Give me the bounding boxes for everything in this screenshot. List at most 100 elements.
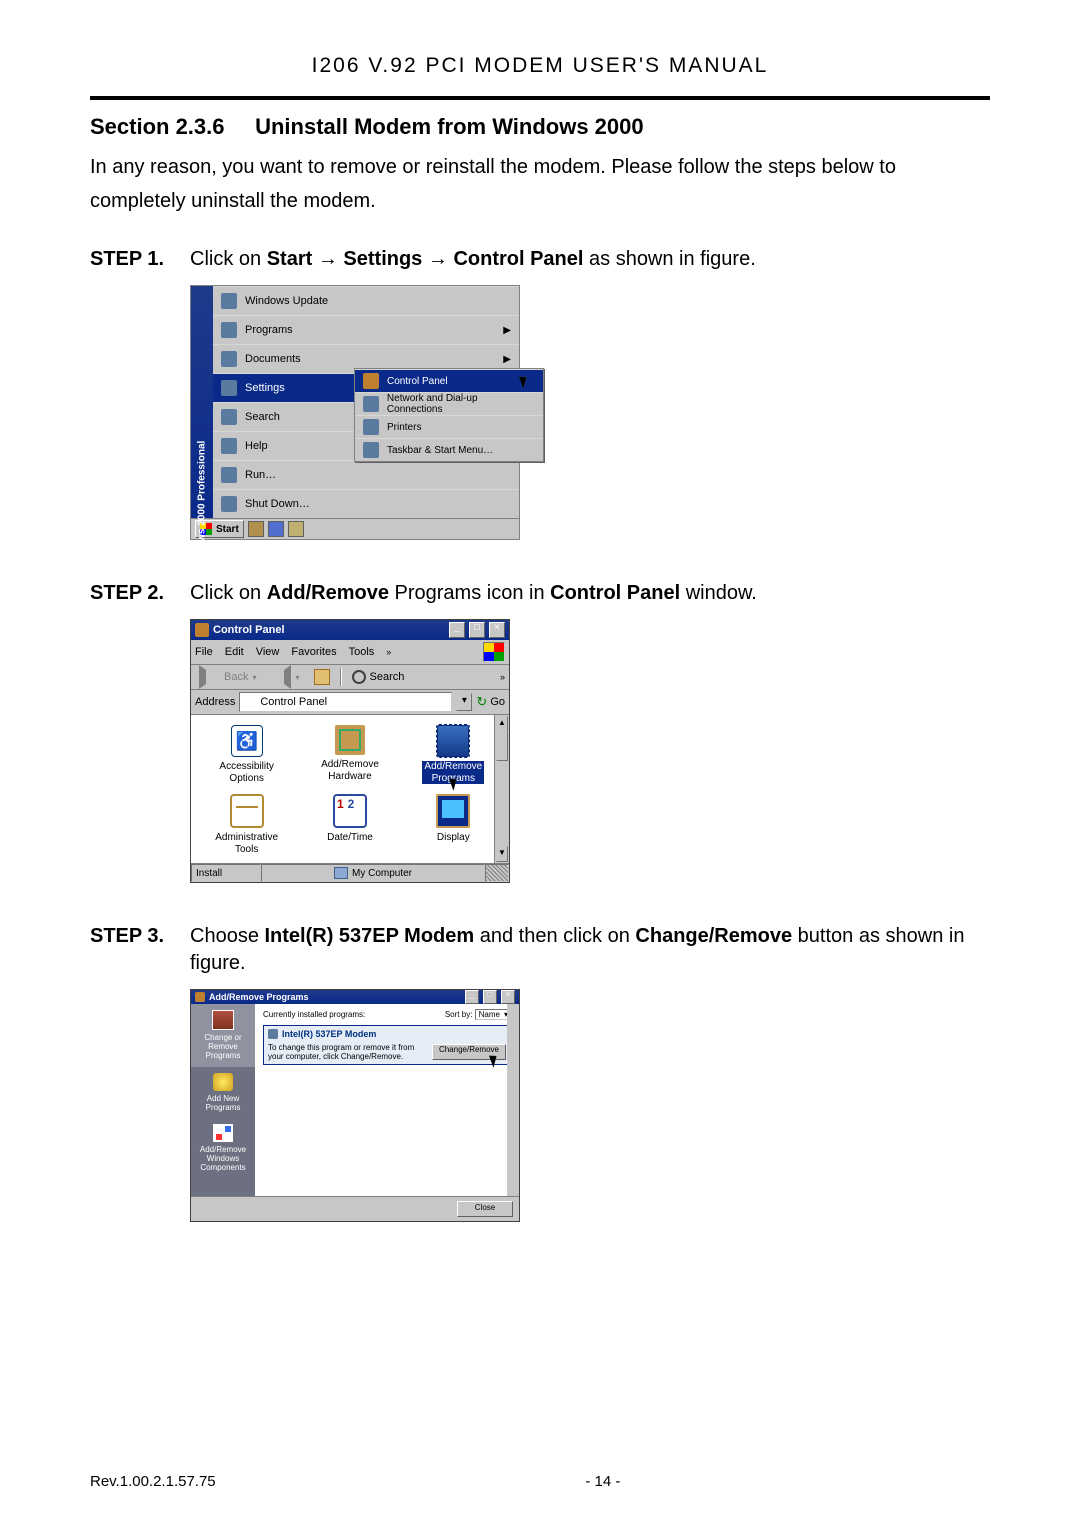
page-footer: Rev.1.00.2.1.57.75 - 14 - bbox=[90, 1473, 990, 1490]
step-3-b1: Intel(R) 537EP Modem bbox=[265, 925, 475, 947]
toolbar-separator bbox=[340, 668, 342, 686]
windows-logo-icon bbox=[483, 642, 505, 662]
submenu-item-label: Taskbar & Start Menu… bbox=[387, 445, 493, 456]
chevron-right-icon: ▶ bbox=[503, 325, 511, 336]
close-button[interactable]: × bbox=[501, 990, 515, 1004]
start-item-label: Help bbox=[245, 440, 268, 452]
up-button[interactable] bbox=[310, 667, 334, 687]
maximize-button[interactable]: □ bbox=[469, 622, 485, 638]
titlebar[interactable]: Control Panel _ □ × bbox=[191, 620, 509, 640]
cp-item-label: Display bbox=[437, 832, 470, 844]
add-new-programs-icon bbox=[213, 1073, 233, 1091]
step-1-pre: Click on bbox=[190, 248, 267, 270]
menu-overflow-icon[interactable]: » bbox=[386, 647, 391, 657]
start-item-shutdown[interactable]: Shut Down… bbox=[213, 489, 519, 518]
search-button[interactable]: Search bbox=[348, 667, 409, 687]
forward-arrow-icon bbox=[270, 665, 291, 689]
vertical-scrollbar[interactable]: ▲ ▼ bbox=[494, 715, 509, 863]
window-title: Add/Remove Programs bbox=[209, 992, 461, 1002]
forward-button[interactable]: ▾ bbox=[266, 667, 303, 687]
toolbar-overflow-icon[interactable]: » bbox=[500, 672, 505, 682]
back-button[interactable]: Back▾ bbox=[195, 667, 260, 687]
cp-item-date-time[interactable]: Date/Time bbox=[300, 790, 399, 857]
menu-tools[interactable]: Tools bbox=[349, 646, 375, 658]
address-value: Control Panel bbox=[260, 696, 327, 708]
close-button[interactable]: × bbox=[489, 622, 505, 638]
go-button[interactable]: ↻Go bbox=[476, 694, 505, 710]
cp-item-add-remove-hardware[interactable]: Add/RemoveHardware bbox=[300, 721, 399, 786]
vertical-scrollbar[interactable] bbox=[507, 1004, 519, 1196]
address-dropdown[interactable]: ▾ bbox=[456, 693, 472, 711]
statusbar-left: Install bbox=[191, 864, 261, 882]
step-1-a2: → bbox=[422, 248, 453, 270]
address-field[interactable]: Control Panel bbox=[239, 692, 452, 712]
step-1-a1: → bbox=[312, 248, 343, 270]
menu-view[interactable]: View bbox=[256, 646, 280, 658]
add-remove-main: Currently installed programs: Sort by: N… bbox=[255, 1004, 519, 1196]
maximize-button[interactable]: □ bbox=[483, 990, 497, 1004]
start-item-label: Windows Update bbox=[245, 295, 328, 307]
minimize-button[interactable]: _ bbox=[465, 990, 479, 1004]
submenu-printers[interactable]: Printers bbox=[355, 415, 543, 438]
submenu-network[interactable]: Network and Dial-up Connections bbox=[355, 392, 543, 415]
sidebar-add-new[interactable]: Add New Programs bbox=[191, 1067, 255, 1118]
start-item-run[interactable]: Run… bbox=[213, 460, 519, 489]
menu-file[interactable]: File bbox=[195, 646, 213, 658]
submenu-control-panel[interactable]: Control Panel bbox=[355, 369, 543, 392]
scroll-thumb[interactable] bbox=[496, 731, 508, 761]
header-rule bbox=[90, 96, 990, 100]
control-panel-icon bbox=[363, 373, 379, 389]
cp-item-display[interactable]: Display bbox=[404, 790, 503, 857]
sort-dropdown[interactable]: Name bbox=[475, 1009, 511, 1020]
start-item-label: Documents bbox=[245, 353, 301, 365]
step-2-b2: Control Panel bbox=[550, 582, 680, 604]
statusbar: Install My Computer bbox=[191, 863, 509, 882]
cp-item-accessibility[interactable]: ♿ AccessibilityOptions bbox=[197, 721, 296, 786]
sidebar-change-remove[interactable]: Change or Remove Programs bbox=[191, 1004, 255, 1067]
resize-grip-icon[interactable] bbox=[485, 864, 509, 882]
shutdown-icon bbox=[221, 496, 237, 512]
quicklaunch-icon[interactable] bbox=[248, 521, 264, 537]
menu-edit[interactable]: Edit bbox=[225, 646, 244, 658]
quicklaunch-icon[interactable] bbox=[268, 521, 284, 537]
submenu-taskbar[interactable]: Taskbar & Start Menu… bbox=[355, 438, 543, 461]
step-2-label: STEP 2. bbox=[90, 580, 190, 607]
scroll-down-arrow-icon[interactable]: ▼ bbox=[496, 846, 508, 862]
section-title-text: Uninstall Modem from Windows 2000 bbox=[255, 114, 644, 139]
sidebar-windows-components[interactable]: Add/Remove Windows Components bbox=[191, 1118, 255, 1179]
control-panel-icon bbox=[244, 696, 256, 708]
globe-icon bbox=[221, 293, 237, 309]
step-1-post: as shown in figure. bbox=[583, 248, 755, 270]
programs-icon bbox=[437, 725, 469, 757]
step-1-text: Click on Start → Settings → Control Pane… bbox=[190, 246, 990, 273]
submenu-item-label: Network and Dial-up Connections bbox=[387, 393, 535, 415]
scroll-up-arrow-icon[interactable]: ▲ bbox=[496, 716, 508, 732]
step-3-pre: Choose bbox=[190, 925, 265, 947]
settings-submenu: Control Panel Network and Dial-up Connec… bbox=[354, 368, 544, 462]
cp-item-label: Date/Time bbox=[327, 832, 373, 844]
window-title: Control Panel bbox=[213, 624, 445, 636]
minimize-button[interactable]: _ bbox=[449, 622, 465, 638]
start-item-programs[interactable]: Programs ▶ bbox=[213, 315, 519, 344]
quicklaunch-icon[interactable] bbox=[288, 521, 304, 537]
cp-item-administrative-tools[interactable]: AdministrativeTools bbox=[197, 790, 296, 857]
program-row-selected[interactable]: Intel(R) 537EP Modem To change this prog… bbox=[263, 1025, 511, 1065]
cp-item-label: AdministrativeTools bbox=[215, 832, 278, 855]
program-name: Intel(R) 537EP Modem bbox=[282, 1029, 376, 1039]
start-item-windows-update[interactable]: Windows Update bbox=[213, 286, 519, 315]
sidebar-item-label: Add/Remove Windows Components bbox=[193, 1145, 253, 1173]
start-item-label: Programs bbox=[245, 324, 293, 336]
titlebar[interactable]: Add/Remove Programs _ □ × bbox=[191, 990, 519, 1004]
close-dialog-button[interactable]: Close bbox=[457, 1201, 513, 1217]
add-remove-icon bbox=[195, 992, 205, 1002]
printers-icon bbox=[363, 419, 379, 435]
start-button-label: Start bbox=[216, 524, 239, 535]
chevron-right-icon: ▶ bbox=[503, 354, 511, 365]
taskbar[interactable]: Start bbox=[190, 519, 520, 540]
chevron-down-icon: ▾ bbox=[295, 673, 299, 682]
section-heading: Section 2.3.6 Uninstall Modem from Windo… bbox=[90, 114, 990, 140]
step-1-b1: Start bbox=[267, 248, 313, 270]
menu-favorites[interactable]: Favorites bbox=[291, 646, 336, 658]
start-item-label: Settings bbox=[245, 382, 285, 394]
step-3-label: STEP 3. bbox=[90, 923, 190, 977]
